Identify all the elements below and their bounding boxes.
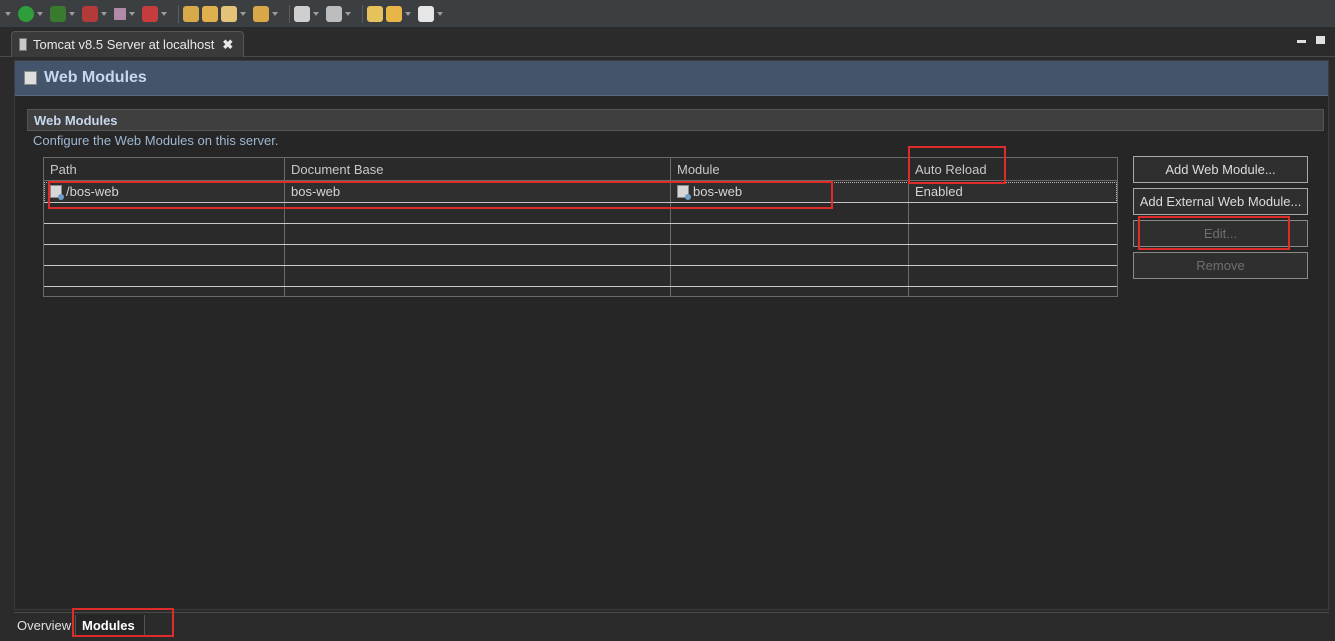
chevron-down-icon[interactable] — [345, 11, 351, 16]
chevron-down-icon[interactable] — [313, 11, 319, 16]
maximize-icon[interactable] — [1316, 36, 1325, 44]
back-button[interactable] — [386, 4, 415, 24]
table-row-empty[interactable] — [44, 266, 1117, 287]
chevron-down-icon[interactable] — [161, 11, 167, 16]
page-title: Web Modules — [44, 69, 147, 86]
chevron-down-icon[interactable] — [405, 11, 411, 16]
window-controls — [1297, 36, 1325, 44]
next-icon[interactable] — [418, 5, 434, 22]
column-header-module[interactable]: Module — [671, 158, 909, 181]
annotation-box-auto-reload — [908, 146, 1006, 184]
server-icon — [19, 38, 27, 51]
column-header-path[interactable]: Path — [44, 158, 285, 181]
form-header: Web Modules — [15, 61, 1328, 96]
profile-icon[interactable] — [50, 5, 66, 22]
chevron-down-icon[interactable] — [101, 11, 107, 16]
main-toolbar — [0, 0, 1335, 27]
annotation-box-modules-tab — [72, 608, 174, 637]
remove-button[interactable]: Remove — [1133, 252, 1308, 279]
server-editor-form: Web Modules Web Modules Configure the We… — [14, 60, 1329, 610]
server-icon[interactable] — [326, 5, 342, 22]
profile-button[interactable] — [50, 4, 79, 24]
annotation-box-row — [48, 181, 833, 209]
column-header-document-base[interactable]: Document Base — [285, 158, 671, 181]
coverage-icon[interactable] — [82, 5, 98, 22]
server-button[interactable] — [326, 4, 355, 24]
chevron-down-icon[interactable] — [69, 11, 75, 16]
chevron-down-icon[interactable] — [37, 11, 43, 16]
toolbar-separator — [362, 4, 363, 23]
run-icon[interactable] — [18, 5, 34, 22]
run-button[interactable] — [18, 4, 47, 24]
close-icon[interactable]: ✖ — [222, 37, 233, 53]
toolbar-separator — [289, 4, 290, 23]
table-row-empty[interactable] — [44, 224, 1117, 245]
cell-auto-reload: Enabled — [915, 184, 963, 199]
disconnect-icon[interactable] — [142, 5, 158, 22]
brush-button[interactable] — [221, 4, 250, 24]
toolbar-separator — [178, 4, 179, 23]
source-button[interactable] — [294, 4, 323, 24]
debug-dropdown[interactable] — [2, 4, 15, 24]
disconnect-button[interactable] — [142, 4, 171, 24]
chevron-down-icon[interactable] — [129, 11, 135, 16]
last-edit-button[interactable] — [367, 4, 383, 24]
editor-tab-strip: Tomcat v8.5 Server at localhost ✖ — [0, 27, 1335, 57]
web-modules-icon — [24, 71, 37, 85]
open-file-button[interactable] — [202, 4, 218, 24]
add-web-module-button[interactable]: Add Web Module... — [1133, 156, 1308, 183]
back-icon[interactable] — [386, 5, 402, 22]
brush-icon[interactable] — [221, 5, 237, 22]
section-description: Configure the Web Modules on this server… — [33, 133, 279, 148]
stop-icon[interactable] — [114, 7, 126, 20]
forward-button[interactable] — [418, 4, 447, 24]
annotation-box-edit — [1138, 216, 1290, 250]
editor-page-tabs: Overview Modules — [14, 612, 1329, 638]
source-icon[interactable] — [294, 5, 310, 22]
minimize-icon[interactable] — [1297, 40, 1306, 43]
editor-tab-tomcat[interactable]: Tomcat v8.5 Server at localhost ✖ — [11, 31, 244, 57]
stop-button[interactable] — [114, 4, 139, 24]
folder-button[interactable] — [253, 4, 282, 24]
add-external-web-module-button[interactable]: Add External Web Module... — [1133, 188, 1308, 215]
open-folder-icon[interactable] — [183, 5, 199, 22]
table-row-empty[interactable] — [44, 287, 1117, 297]
open-type-button[interactable] — [183, 4, 199, 24]
chevron-down-icon[interactable] — [5, 11, 11, 16]
section-title[interactable]: Web Modules — [27, 109, 1324, 131]
open-file-icon[interactable] — [202, 5, 218, 22]
chevron-down-icon[interactable] — [437, 11, 443, 16]
editor-tab-label: Tomcat v8.5 Server at localhost — [33, 37, 215, 52]
coverage-button[interactable] — [82, 4, 111, 24]
table-row-empty[interactable] — [44, 245, 1117, 266]
chevron-down-icon[interactable] — [240, 11, 246, 16]
folder-icon[interactable] — [253, 5, 269, 22]
chevron-down-icon[interactable] — [272, 11, 278, 16]
tab-overview[interactable]: Overview — [17, 615, 71, 637]
back-icon[interactable] — [367, 5, 383, 22]
